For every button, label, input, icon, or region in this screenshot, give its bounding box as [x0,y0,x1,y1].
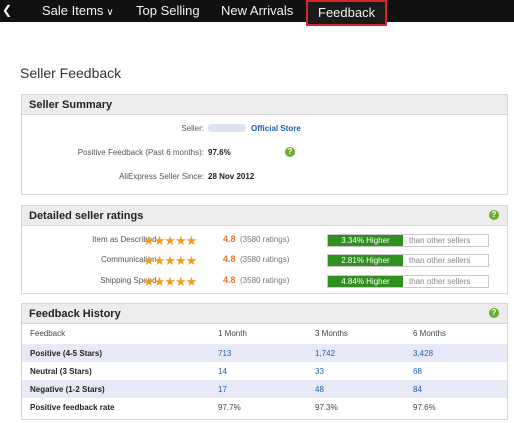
nav-item-sale-items[interactable]: Sale Items ∨ [42,3,114,18]
star-rating-icon: ★★★★★ [143,233,197,248]
column-header-6-months: 6 Months [413,329,446,338]
panel-heading: Detailed seller ratings ? [22,206,507,226]
seller-since-value: 28 Nov 2012 [208,172,255,181]
rating-count: (3580 ratings) [240,276,290,285]
rating-row-item-as-described: Item as Described : ★★★★★ 4.8 (3580 rati… [22,234,507,248]
rating-score: 4.8 [223,254,236,264]
cell-3-months: 97.3% [315,403,338,412]
comparison-bar: 2.81% Higher than other sellers [327,254,489,267]
comparison-bar: 4.84% Higher than other sellers [327,275,489,288]
row-label: Neutral (3 Stars) [30,367,92,376]
cell-6-months[interactable]: 68 [413,367,422,376]
higher-badge: 4.84% Higher [328,276,403,287]
cell-6-months: 97.6% [413,403,436,412]
column-header-3-months: 3 Months [315,329,348,338]
cell-6-months[interactable]: 84 [413,385,422,394]
nav-item-top-selling[interactable]: Top Selling [136,3,200,18]
comparison-text: than other sellers [409,256,471,265]
column-header-1-month: 1 Month [218,329,247,338]
seller-since-label: AliExpress Seller Since: [119,172,204,181]
feedback-history-panel: Feedback History ? Feedback 1 Month 3 Mo… [21,303,508,420]
detailed-ratings-panel: Detailed seller ratings ? Item as Descri… [21,205,508,294]
table-row-negative: Negative (1-2 Stars) 17 48 84 [22,380,507,398]
table-header-row: Feedback 1 Month 3 Months 6 Months [22,324,507,342]
table-row-neutral: Neutral (3 Stars) 14 33 68 [22,362,507,380]
row-label: Negative (1-2 Stars) [30,385,105,394]
help-icon[interactable]: ? [489,210,499,220]
panel-heading-text: Detailed seller ratings [29,210,144,222]
cell-1-month: 97.7% [218,403,241,412]
seller-summary-panel: Seller Summary Seller: Official Store Po… [21,94,508,195]
rating-count: (3580 ratings) [240,235,290,244]
comparison-text: than other sellers [409,277,471,286]
comparison-bar: 3.34% Higher than other sellers [327,234,489,247]
nav-item-feedback[interactable]: Feedback [306,0,388,26]
star-rating-icon: ★★★★★ [143,253,197,268]
store-link[interactable]: Official Store [251,124,301,133]
help-icon[interactable]: ? [285,147,295,157]
panel-heading: Seller Summary [22,95,507,115]
higher-badge: 3.34% Higher [328,235,403,246]
column-header-feedback: Feedback [30,329,66,338]
higher-badge: 2.81% Higher [328,255,403,266]
cell-1-month[interactable]: 17 [218,385,227,394]
rating-row-communication: Communication : ★★★★★ 4.8 (3580 ratings)… [22,254,507,268]
panel-heading-text: Feedback History [29,308,121,320]
seller-value: Official Store [208,124,301,133]
seller-label: Seller: [181,124,204,133]
chevron-left-icon[interactable]: ❮ [2,3,12,17]
redacted-name [208,124,246,132]
cell-3-months[interactable]: 1,742 [315,349,335,358]
positive-feedback-label: Positive Feedback (Past 6 months): [77,148,204,157]
cell-1-month[interactable]: 14 [218,367,227,376]
positive-feedback-value: 97.6% [208,148,231,157]
row-label: Positive (4-5 Stars) [30,349,103,358]
table-row-positive-rate: Positive feedback rate 97.7% 97.3% 97.6% [22,398,507,416]
rating-score: 4.8 [223,275,236,285]
cell-1-month[interactable]: 713 [218,349,231,358]
nav-item-new-arrivals[interactable]: New Arrivals [221,3,293,18]
rating-count: (3580 ratings) [240,255,290,264]
top-nav: ❮ Sale Items ∨ Top Selling New Arrivals F… [0,0,514,26]
panel-heading: Feedback History ? [22,304,507,324]
cell-6-months[interactable]: 3,428 [413,349,433,358]
help-icon[interactable]: ? [489,308,499,318]
row-label: Positive feedback rate [30,403,115,412]
rating-row-shipping-speed: Shipping Speed : ★★★★★ 4.8 (3580 ratings… [22,275,507,289]
nav-item-label: Sale Items [42,3,104,18]
rating-score: 4.8 [223,234,236,244]
cell-3-months[interactable]: 33 [315,367,324,376]
comparison-text: than other sellers [409,236,471,245]
star-rating-icon: ★★★★★ [143,274,197,289]
cell-3-months[interactable]: 48 [315,385,324,394]
page-title: Seller Feedback [20,65,122,81]
table-row-positive: Positive (4-5 Stars) 713 1,742 3,428 [22,344,507,362]
chevron-down-icon: ∨ [106,7,114,18]
